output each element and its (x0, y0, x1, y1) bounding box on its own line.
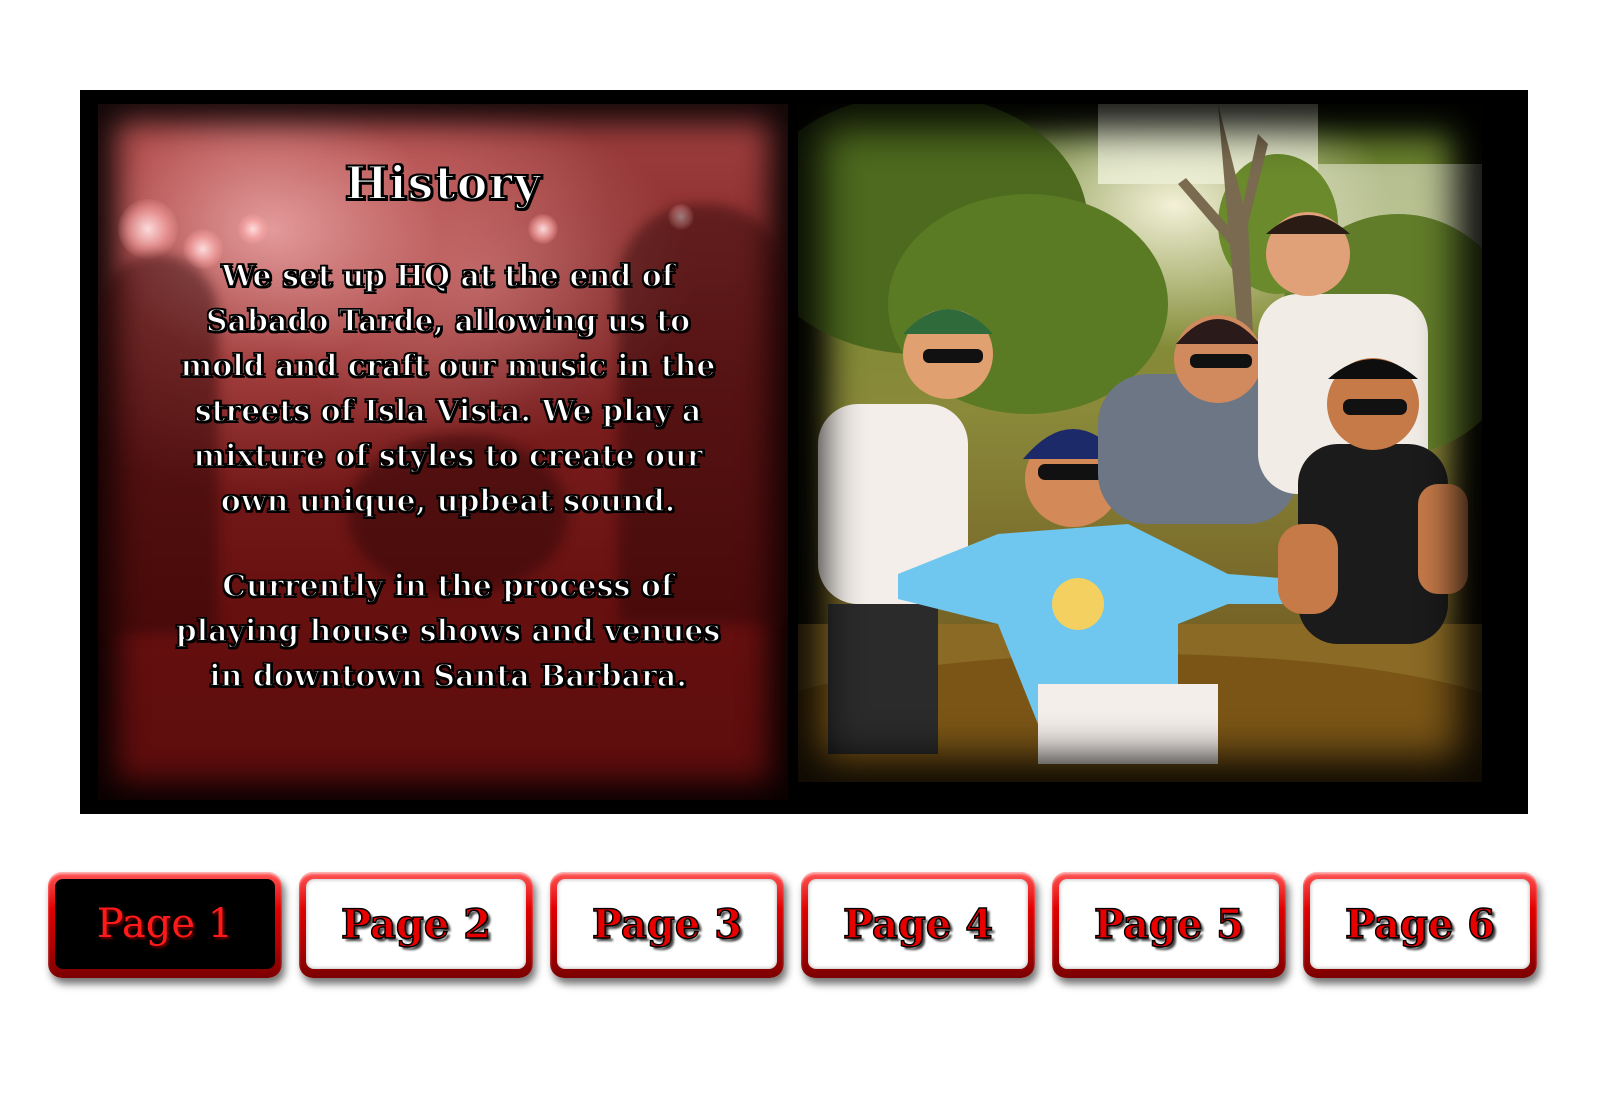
page-6-button[interactable]: Page 6 (1303, 872, 1537, 978)
page-5-button[interactable]: Page 5 (1052, 872, 1286, 978)
page-navigation: Page 1 Page 2 Page 3 Page 4 Page 5 Page … (48, 872, 1558, 982)
page-button-face: Page 5 (1059, 879, 1279, 969)
page-button-label: Page 2 (340, 900, 492, 949)
history-card: History We set up HQ at the end of Sabad… (98, 104, 788, 800)
stage-light (528, 214, 558, 244)
page-button-face: Page 3 (557, 879, 777, 969)
band-photo (798, 104, 1482, 782)
page-2-button[interactable]: Page 2 (299, 872, 533, 978)
band-photo-illustration (798, 104, 1482, 782)
page-button-face: Page 2 (306, 879, 526, 969)
page-4-button[interactable]: Page 4 (801, 872, 1035, 978)
page-button-face: Page 6 (1310, 879, 1530, 969)
page-button-face: Page 1 (55, 879, 275, 969)
page-button-label: Page 4 (842, 900, 994, 949)
page-3-button[interactable]: Page 3 (550, 872, 784, 978)
page-button-label: Page 6 (1344, 900, 1496, 949)
history-title: History (344, 155, 542, 211)
content-panel: History We set up HQ at the end of Sabad… (80, 90, 1528, 814)
history-paragraph: We set up HQ at the end of Sabado Tarde,… (180, 258, 717, 520)
page-button-label: Page 3 (591, 900, 743, 949)
stage-light (238, 214, 268, 244)
page-1-button[interactable]: Page 1 (48, 872, 282, 978)
history-paragraph: Currently in the process of playing hous… (175, 568, 721, 695)
page-button-label: Page 5 (1093, 900, 1245, 949)
page-button-label: Page 1 (96, 901, 234, 947)
page-button-face: Page 4 (808, 879, 1028, 969)
